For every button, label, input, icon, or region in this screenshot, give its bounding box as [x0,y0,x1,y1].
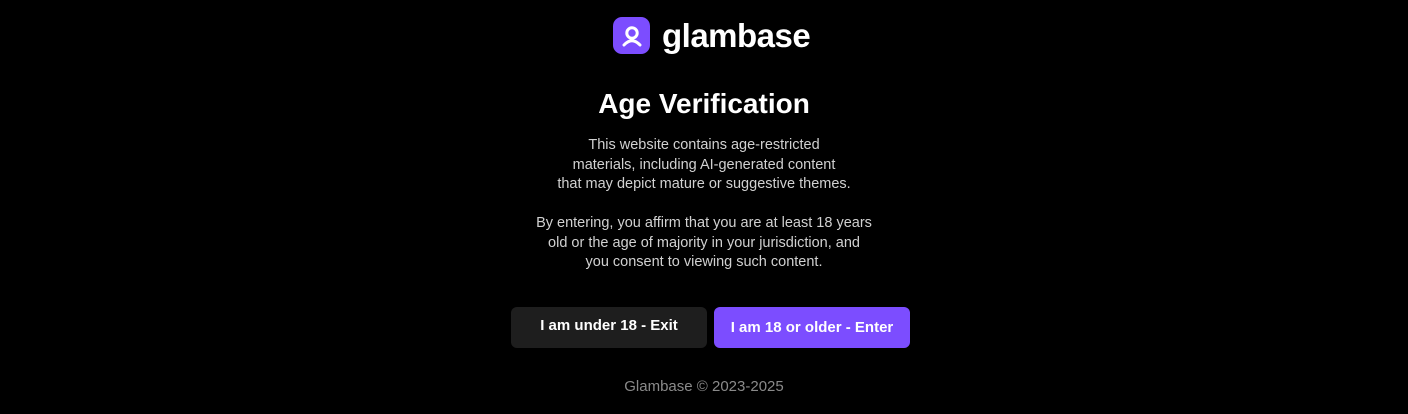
consent-line: old or the age of majority in your juris… [548,234,860,251]
copyright-footer: Glambase © 2023-2025 [624,378,784,395]
exit-button[interactable]: I am under 18 - Exit [511,307,707,348]
enter-button[interactable]: I am 18 or older - Enter [714,307,910,348]
person-badge-icon [613,17,650,54]
consent-line: By entering, you affirm that you are at … [536,215,872,231]
age-gate-page: glambase Age Verification This website c… [0,0,1408,414]
brand-name: glambase [662,17,811,54]
notice-line: that may depict mature or suggestive the… [557,176,851,192]
page-title: Age Verification [598,88,810,119]
consent-line: you consent to viewing such content. [585,254,823,270]
notice-line: This website contains age-restricted [588,137,820,153]
brand-logo[interactable]: glambase [613,17,811,54]
consent-notice: By entering, you affirm that you are at … [0,214,1408,273]
notice-line: materials, including AI-generated conten… [572,156,836,173]
restriction-notice: This website contains age-restricted mat… [0,136,1408,195]
